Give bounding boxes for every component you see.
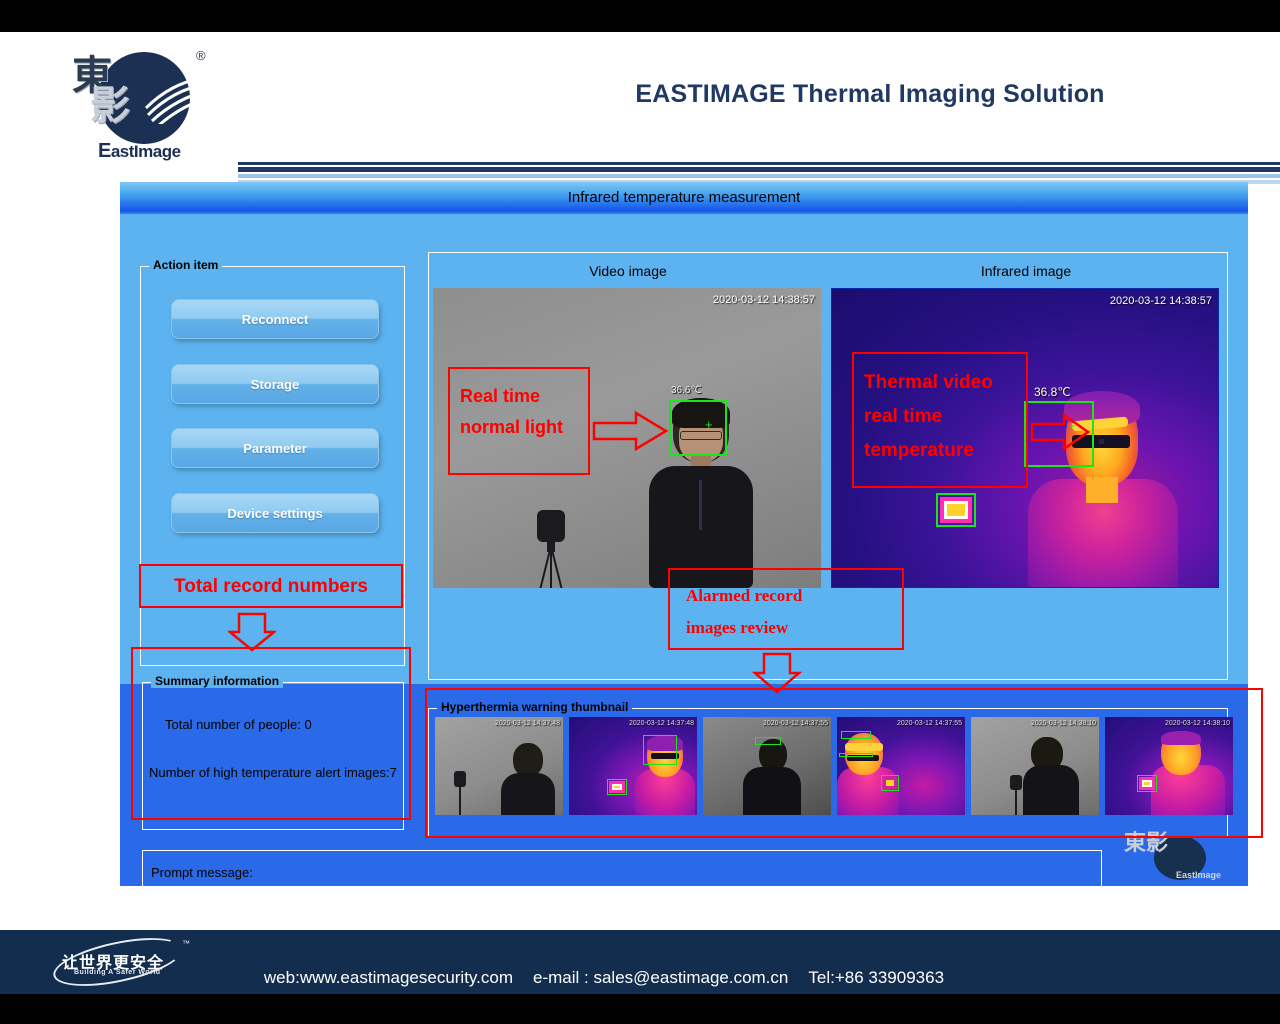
page-title: EASTIMAGE Thermal Imaging Solution [520,80,1220,109]
prompt-message-label: Prompt message: [151,865,253,880]
annotation-line: Alarmed record [686,580,902,612]
action-item-group-label: Action item [149,258,222,272]
logo-cn-2: 影 [90,86,128,126]
annotation-line: temperature [864,434,1026,468]
infrared-face-temperature: 36.8℃ [1034,385,1071,399]
annotation-alarmed-record-images-review: Alarmed record images review [668,568,904,650]
device-settings-button[interactable]: Device settings [171,493,379,533]
bottom-black-bar [0,994,1280,1024]
footer-slogan-logo: 让世界更安全 Building A Safer World ™ [40,938,200,986]
annotation-highlight-summary [131,647,411,820]
parameter-button[interactable]: Parameter [171,428,379,468]
top-black-bar [0,0,1280,32]
video-face-temperature: 36.6℃ [671,385,702,396]
logo-chinese-characters: 東 影 [72,56,192,138]
app-corner-logo-word: EastImage [1176,870,1221,880]
video-measure-crosshair-icon: + [705,420,713,430]
footer-slogan-en: Building A Safer World [74,969,161,976]
tripod-camera-object [529,510,573,588]
annotation-real-time-normal-light: Real time normal light [448,367,590,475]
video-face-detection-box [669,400,727,456]
video-image-label: Video image [433,263,823,279]
trademark-icon: ™ [182,939,190,948]
eastimage-logo: 東 影 ® EastImage [50,46,220,156]
infrared-timestamp: 2020-03-12 14:38:57 [1110,295,1212,307]
app-corner-logo: 東影 EastImage [1114,832,1234,882]
annotation-line: Thermal video [864,366,1026,400]
logo-wordmark-rest: astImage [111,142,181,161]
slide-header: 東 影 ® EastImage EASTIMAGE Thermal Imagin… [0,32,1280,172]
reconnect-button[interactable]: Reconnect [171,299,379,339]
blackbody-reference-box [936,493,976,527]
prompt-message-box[interactable]: Prompt message: [142,850,1102,896]
annotation-line: Real time [460,381,588,412]
logo-wordmark-cap: E [98,140,111,162]
arrow-down-icon-thumbnails [752,652,802,694]
footer-web[interactable]: web:www.eastimagesecurity.com [264,968,513,987]
page-footer: 让世界更安全 Building A Safer World ™ web:www.… [0,930,1280,994]
arrow-down-icon-summary [228,612,276,652]
registered-mark-icon: ® [196,48,206,63]
annotation-highlight-thumbnails [425,688,1263,838]
annotation-thermal-video-real-time-temperature: Thermal video real time temperature [852,352,1028,488]
footer-email[interactable]: e-mail : sales@eastimage.com.cn [533,968,788,987]
annotation-line: images review [686,612,902,644]
storage-button[interactable]: Storage [171,364,379,404]
header-rule-bars [238,162,1280,184]
video-timestamp: 2020-03-12 14:38:57 [713,294,815,306]
infrared-image-label: Infrared image [831,263,1221,279]
arrow-right-icon-infrared [1030,412,1092,452]
annotation-line: real time [864,400,1026,434]
footer-tel: Tel:+86 33909363 [808,968,944,987]
app-title-bar: Infrared temperature measurement [120,182,1248,214]
logo-wordmark: EastImage [98,140,181,163]
annotation-line: normal light [460,412,588,443]
arrow-right-icon-video [592,410,670,452]
annotation-total-record-numbers: Total record numbers [139,564,403,608]
